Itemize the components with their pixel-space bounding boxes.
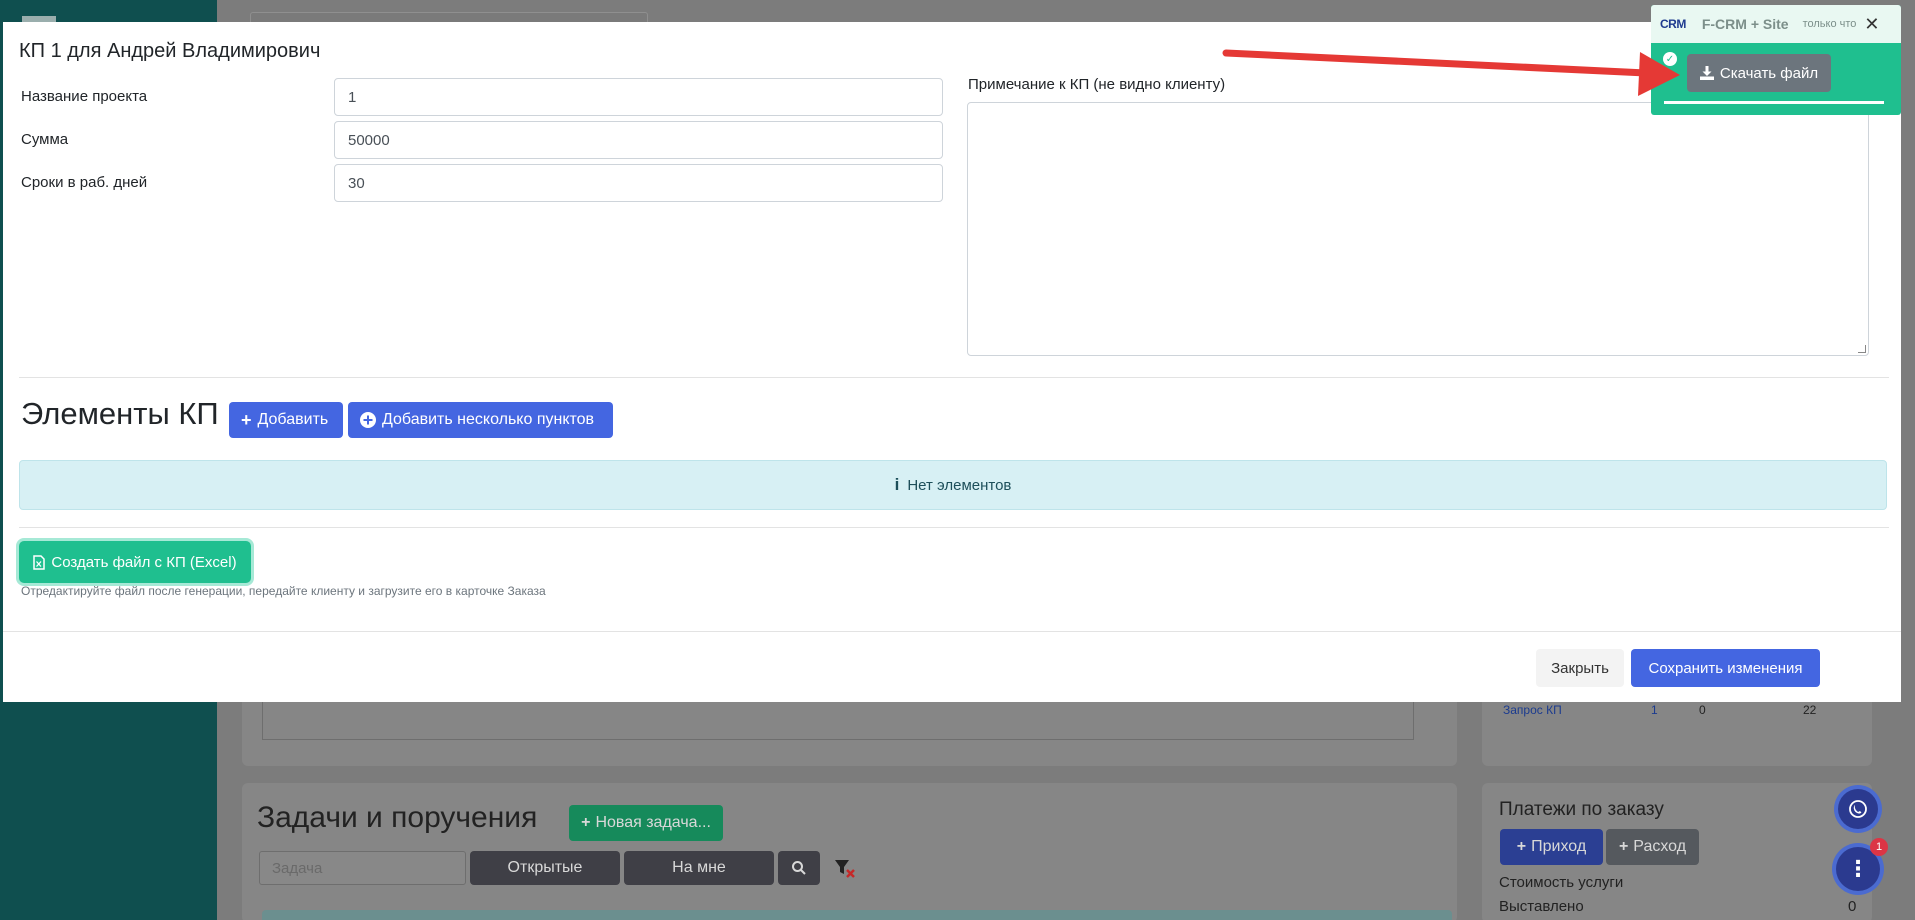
- filter-mine-label: На мне: [672, 859, 726, 876]
- modal-title: КП 1 для Андрей Владимирович: [19, 40, 321, 62]
- toast-progress-bar: [1664, 101, 1884, 104]
- note-label: Примечание к КП (не видно клиенту): [968, 76, 1226, 93]
- task-search-input[interactable]: Задача: [259, 851, 466, 885]
- plus-icon: +: [241, 409, 252, 430]
- income-button[interactable]: + Приход: [1500, 829, 1603, 865]
- new-task-button[interactable]: + Новая задача...: [569, 805, 723, 841]
- download-icon: [1699, 66, 1714, 80]
- filter-mine-toggle[interactable]: На мне: [624, 851, 774, 885]
- close-icon[interactable]: ✕: [1864, 14, 1879, 35]
- toast-app-name: F-CRM + Site: [1701, 16, 1789, 32]
- kp-request-value: 0: [1699, 703, 1706, 717]
- amount-input[interactable]: 50000: [334, 121, 943, 159]
- divider: [19, 377, 1889, 378]
- download-toast: CRM F-CRM + Site только что ✕ ✓ Скачать …: [1651, 5, 1901, 115]
- plus-circle-icon: [360, 412, 376, 428]
- plus-icon: +: [1618, 838, 1629, 855]
- chat-badge: 1: [1870, 838, 1888, 856]
- kp-request-total: 22: [1803, 703, 1817, 717]
- empty-label: Нет элементов: [907, 476, 1012, 494]
- income-label: Приход: [1531, 838, 1587, 855]
- kp-modal: КП 1 для Андрей Владимирович Название пр…: [3, 22, 1901, 702]
- plus-icon: +: [1516, 838, 1527, 855]
- add-many-button[interactable]: Добавить несколько пунктов: [348, 402, 613, 438]
- phone-chat-button[interactable]: [1838, 789, 1878, 829]
- file-excel-icon: [33, 554, 46, 570]
- plus-icon: +: [581, 814, 591, 831]
- add-label: Добавить: [257, 411, 329, 428]
- save-button[interactable]: Сохранить изменения: [1631, 649, 1820, 687]
- search-icon: [792, 861, 806, 875]
- deadline-input[interactable]: 30: [334, 164, 943, 202]
- create-excel-label: Создать файл с КП (Excel): [51, 553, 237, 571]
- service-cost-label: Стоимость услуги: [1499, 874, 1624, 891]
- tasks-list-strip: [262, 910, 1452, 920]
- filter-clear-icon: [835, 860, 855, 878]
- close-button[interactable]: Закрыть: [1536, 649, 1624, 687]
- create-excel-button[interactable]: Создать файл с КП (Excel): [19, 541, 251, 583]
- filter-open-label: Открытые: [507, 859, 583, 876]
- task-search-button[interactable]: [778, 851, 820, 885]
- payments-title: Платежи по заказу: [1499, 799, 1664, 820]
- kp-request-count[interactable]: 1: [1651, 703, 1658, 717]
- download-label: Скачать файл: [1719, 64, 1819, 82]
- phone-icon: [1849, 800, 1867, 818]
- clear-filter-button[interactable]: [826, 851, 864, 885]
- empty-elements-alert: i Нет элементов: [19, 460, 1887, 510]
- check-circle-icon: ✓: [1663, 52, 1677, 66]
- info-icon: i: [894, 475, 900, 494]
- toast-time: только что: [1802, 18, 1857, 30]
- note-textarea[interactable]: [967, 102, 1869, 356]
- comment-textarea[interactable]: [262, 702, 1414, 740]
- excel-hint: Отредактируйте файл после генерации, пер…: [21, 584, 546, 598]
- kp-request-link[interactable]: Запрос КП: [1503, 703, 1562, 717]
- crm-logo: CRM: [1660, 17, 1686, 31]
- download-file-button[interactable]: Скачать файл: [1687, 54, 1831, 92]
- add-button[interactable]: + Добавить: [229, 402, 343, 438]
- add-many-label: Добавить несколько пунктов: [382, 411, 595, 428]
- tasks-title: Задачи и поручения: [257, 801, 538, 834]
- expense-label: Расход: [1633, 838, 1687, 855]
- toast-header: CRM F-CRM + Site только что ✕: [1651, 5, 1901, 43]
- footer-divider: [3, 631, 1901, 632]
- more-vertical-icon: ⋮: [1847, 856, 1869, 881]
- deadline-label: Сроки в раб. дней: [21, 174, 148, 191]
- expense-button[interactable]: + Расход: [1606, 829, 1699, 865]
- project-name-label: Название проекта: [21, 88, 148, 105]
- divider: [19, 527, 1889, 528]
- new-task-label: Новая задача...: [595, 814, 711, 831]
- amount-label: Сумма: [21, 131, 69, 148]
- elements-title: Элементы КП: [21, 396, 219, 431]
- filter-open-toggle[interactable]: Открытые: [470, 851, 620, 885]
- resize-grip-icon[interactable]: [1858, 345, 1866, 353]
- billed-label: Выставлено: [1499, 898, 1584, 915]
- project-name-input[interactable]: 1: [334, 78, 943, 116]
- billed-value: 0: [1848, 898, 1857, 915]
